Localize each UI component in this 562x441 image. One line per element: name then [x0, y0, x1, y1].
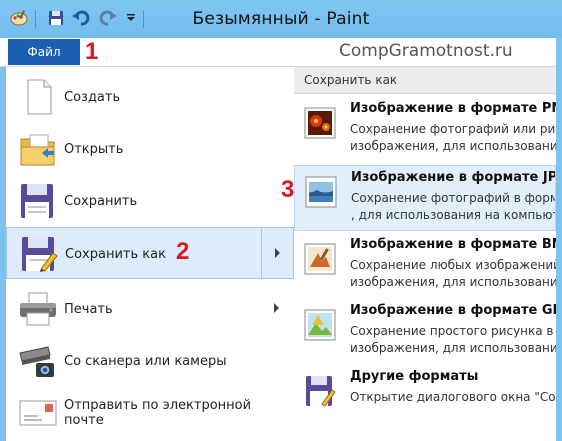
- step-marker-1: 1: [85, 38, 99, 65]
- bmp-image-icon: [304, 243, 336, 275]
- format-description: Сохранение простого рисунка в ф изображе…: [350, 324, 556, 355]
- save-as-bmp[interactable]: Изображение в формате BMP Сохранение люб…: [294, 233, 556, 299]
- save-as-icon: [19, 236, 59, 272]
- chevron-right-icon: [274, 303, 279, 313]
- save-as-jpeg[interactable]: Изображение в формате JPEG Сохранение фо…: [294, 165, 556, 231]
- other-formats-icon: [304, 375, 336, 407]
- menu-item-new[interactable]: Создать: [6, 71, 294, 123]
- menu-item-label: Отправить по электронной почте: [64, 398, 252, 428]
- format-title: Изображение в формате BMP: [350, 237, 556, 252]
- format-description: Сохранение любых изображений изображения…: [350, 258, 556, 289]
- menu-item-label: Со сканера или камеры: [64, 353, 227, 369]
- format-description: Сохранение фотографий в формате , для ис…: [351, 191, 555, 222]
- file-tab[interactable]: Файл: [8, 39, 80, 65]
- menu-item-label: Сохранить как: [65, 246, 166, 262]
- chevron-right-icon: [275, 248, 280, 258]
- save-as-gif[interactable]: Изображение в формате GIF Сохранение про…: [294, 299, 556, 365]
- format-title: Другие форматы: [350, 369, 479, 384]
- new-document-icon: [18, 79, 58, 115]
- png-image-icon: [304, 107, 336, 139]
- menu-item-scanner[interactable]: Со сканера или камеры: [6, 335, 294, 387]
- save-as-png[interactable]: Изображение в формате PNG Сохранение фот…: [294, 97, 556, 163]
- menu-item-label: Сохранить: [64, 193, 138, 209]
- menu-item-print[interactable]: Печать: [6, 283, 294, 335]
- menu-item-email[interactable]: Отправить по электронной почте: [6, 387, 294, 439]
- menu-item-save-as[interactable]: Сохранить как: [6, 227, 294, 279]
- window-edge: [556, 38, 562, 441]
- step-marker-3: 3: [281, 176, 295, 203]
- save-as-submenu: Сохранить как Изображение в формате PNG …: [294, 67, 556, 441]
- gif-image-icon: [304, 309, 336, 341]
- printer-icon: [18, 291, 58, 327]
- jpeg-image-icon: [305, 176, 337, 208]
- save-disk-icon: [18, 183, 58, 219]
- email-icon: [18, 395, 58, 431]
- format-description: Сохранение фотографий или рисунков изобр…: [350, 122, 556, 153]
- watermark: CompGramotnost.ru: [339, 41, 513, 61]
- menu-item-label: Открыть: [64, 141, 124, 157]
- submenu-header-label: Сохранить как: [304, 73, 398, 87]
- menu-item-open[interactable]: Открыть: [6, 123, 294, 175]
- save-as-other-formats[interactable]: Другие форматы Открытие диалогового окна…: [294, 365, 556, 431]
- format-title: Изображение в формате JPEG: [351, 170, 556, 185]
- step-marker-2: 2: [176, 238, 190, 265]
- scanner-camera-icon: [18, 343, 58, 379]
- open-folder-icon: [18, 131, 58, 167]
- format-title: Изображение в формате GIF: [350, 303, 556, 318]
- format-description: Открытие диалогового окна "Сохр: [350, 390, 556, 404]
- menu-item-save[interactable]: Сохранить: [6, 175, 294, 227]
- file-menu-left: Создать Открыть Сохранить Сохранить как …: [6, 67, 295, 441]
- menu-item-label: Печать: [64, 301, 113, 317]
- format-title: Изображение в формате PNG: [350, 101, 556, 116]
- title-bar: Безымянный - Paint: [0, 0, 562, 38]
- window-title: Безымянный - Paint: [192, 9, 370, 29]
- submenu-header: Сохранить как: [294, 67, 556, 94]
- menu-item-label: Создать: [64, 89, 121, 105]
- ribbon-tab-row: Файл CompGramotnost.ru: [0, 38, 556, 67]
